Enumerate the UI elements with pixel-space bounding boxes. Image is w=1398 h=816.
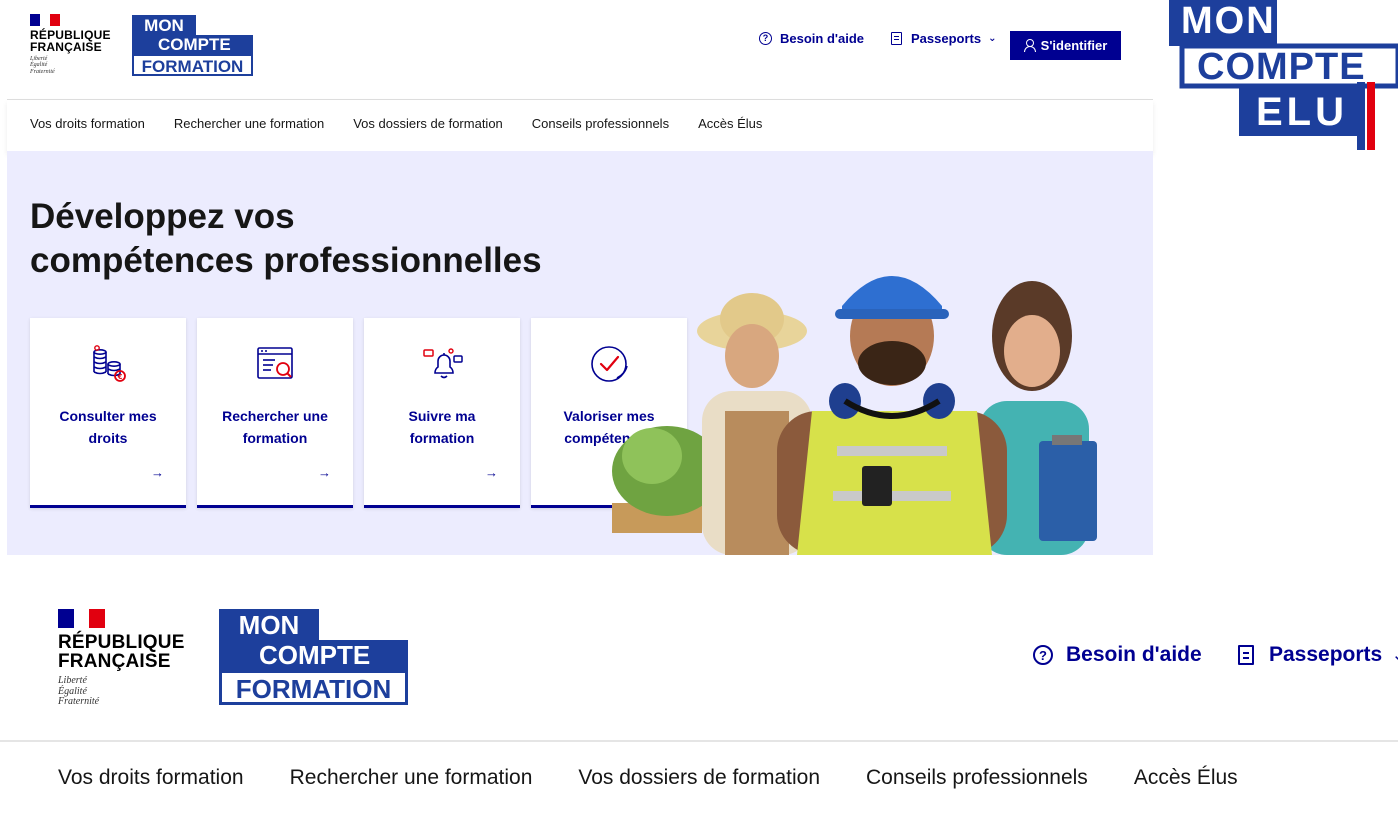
help-label: Besoin d'aide xyxy=(1066,643,1202,666)
nav-item-rechercher[interactable]: Rechercher une formation xyxy=(174,116,324,131)
nav-item-acces-elus[interactable]: Accès Élus xyxy=(698,116,762,131)
header-divider xyxy=(0,740,1398,742)
republic-name: RÉPUBLIQUE FRANÇAISE xyxy=(30,29,111,53)
chevron-down-icon: ⌄ xyxy=(988,33,997,44)
elu-logo-mon: MON xyxy=(1181,0,1276,42)
card-label: Rechercher une formation xyxy=(205,405,345,449)
card-label: Consulter mes droits xyxy=(38,405,178,449)
card-label-line2: formation xyxy=(242,430,308,446)
chevron-down-icon: ⌄ xyxy=(1392,646,1398,664)
card-label: Suivre ma formation xyxy=(372,405,512,449)
passports-dropdown[interactable]: Passeports ⌄ xyxy=(891,31,996,46)
logo-formation: FORMATION xyxy=(132,54,253,76)
search-document-icon xyxy=(257,347,293,379)
bell-icon xyxy=(423,348,463,379)
mon-compte-formation-logo-large[interactable]: MON COMPTE FORMATION xyxy=(219,609,408,705)
republic-line2: FRANÇAISE xyxy=(58,651,171,672)
nav-item-acces-elus[interactable]: Accès Élus xyxy=(1134,766,1238,790)
question-circle-icon: ? xyxy=(759,32,772,45)
motto-fraternite: Fraternité xyxy=(30,68,55,75)
passports-label: Passeports xyxy=(1269,643,1383,666)
site-header: RÉPUBLIQUE FRANÇAISE Liberté Égalité Fra… xyxy=(7,0,1153,100)
republic-name: RÉPUBLIQUE FRANÇAISE xyxy=(58,633,185,671)
card-suivre-formation[interactable]: Suivre ma formation → xyxy=(364,318,520,508)
elu-logo-compte: COMPTE xyxy=(1197,46,1366,88)
motto-liberte: Liberté xyxy=(58,675,87,686)
logo-compte: COMPTE xyxy=(219,640,408,670)
french-flag-icon xyxy=(58,609,106,628)
hero-title-line2: compétences professionnelles xyxy=(30,241,542,280)
help-link[interactable]: ? Besoin d'aide xyxy=(759,31,864,46)
republic-line1: RÉPUBLIQUE xyxy=(58,632,185,653)
user-icon xyxy=(1023,39,1036,52)
nav-item-dossiers[interactable]: Vos dossiers de formation xyxy=(578,766,820,790)
republique-francaise-logo-large[interactable]: RÉPUBLIQUE FRANÇAISE Liberté Égalité Fra… xyxy=(58,609,185,708)
card-rechercher-formation[interactable]: Rechercher une formation → xyxy=(197,318,353,508)
republique-francaise-logo[interactable]: RÉPUBLIQUE FRANÇAISE Liberté Égalité Fra… xyxy=(30,14,111,75)
republic-line2: FRANÇAISE xyxy=(30,40,102,54)
logo-mon: MON xyxy=(219,609,319,640)
login-label: S'identifier xyxy=(1040,38,1108,53)
coins-icon: € xyxy=(93,345,126,382)
arrow-right-icon: → xyxy=(318,465,331,480)
main-navigation-large: Vos droits formation Rechercher une form… xyxy=(58,766,1284,790)
workers-illustration xyxy=(612,276,1097,555)
passports-dropdown-large[interactable]: Passeports ⌄ xyxy=(1238,643,1398,667)
nav-item-vos-droits[interactable]: Vos droits formation xyxy=(58,766,244,790)
passports-label: Passeports xyxy=(911,31,982,46)
question-circle-icon: ? xyxy=(1033,645,1053,665)
logo-formation: FORMATION xyxy=(219,670,408,705)
document-icon xyxy=(1238,645,1254,665)
nav-item-rechercher[interactable]: Rechercher une formation xyxy=(290,766,533,790)
french-flag-icon xyxy=(30,14,60,26)
republic-motto: Liberté Égalité Fraternité xyxy=(30,56,111,75)
help-label: Besoin d'aide xyxy=(780,31,864,46)
card-label-line1: Rechercher une xyxy=(222,408,328,424)
card-label-line1: Consulter mes xyxy=(59,408,157,424)
help-link-large[interactable]: ? Besoin d'aide xyxy=(1033,643,1202,667)
mon-compte-elu-logo[interactable]: MON COMPTE ELU xyxy=(1169,0,1398,152)
card-label-line2: droits xyxy=(88,430,128,446)
main-navigation: Vos droits formation Rechercher une form… xyxy=(7,99,1153,151)
card-label-line2: formation xyxy=(409,430,475,446)
hero-title-line1: Développez vos xyxy=(30,197,295,236)
hero-banner: Développez vos compétences professionnel… xyxy=(7,151,1153,555)
elu-logo-elu: ELU xyxy=(1256,90,1348,134)
card-label-line1: Suivre ma xyxy=(408,408,476,424)
logo-mon: MON xyxy=(132,15,196,35)
nav-item-conseils[interactable]: Conseils professionnels xyxy=(866,766,1088,790)
arrow-right-icon: → xyxy=(151,465,164,480)
arrow-right-icon: → xyxy=(485,465,498,480)
nav-item-conseils[interactable]: Conseils professionnels xyxy=(532,116,669,131)
hero-title: Développez vos compétences professionnel… xyxy=(30,195,630,283)
logo-compte: COMPTE xyxy=(132,35,253,54)
republic-motto: Liberté Égalité Fraternité xyxy=(58,675,185,708)
nav-item-vos-droits[interactable]: Vos droits formation xyxy=(30,116,145,131)
motto-fraternite: Fraternité xyxy=(58,696,100,707)
document-icon xyxy=(891,32,902,45)
mon-compte-formation-logo[interactable]: MON COMPTE FORMATION xyxy=(132,15,253,76)
login-button[interactable]: S'identifier xyxy=(1010,31,1121,60)
nav-item-dossiers[interactable]: Vos dossiers de formation xyxy=(353,116,503,131)
card-consulter-droits[interactable]: € Consulter mes droits → xyxy=(30,318,186,508)
svg-text:€: € xyxy=(117,373,123,381)
